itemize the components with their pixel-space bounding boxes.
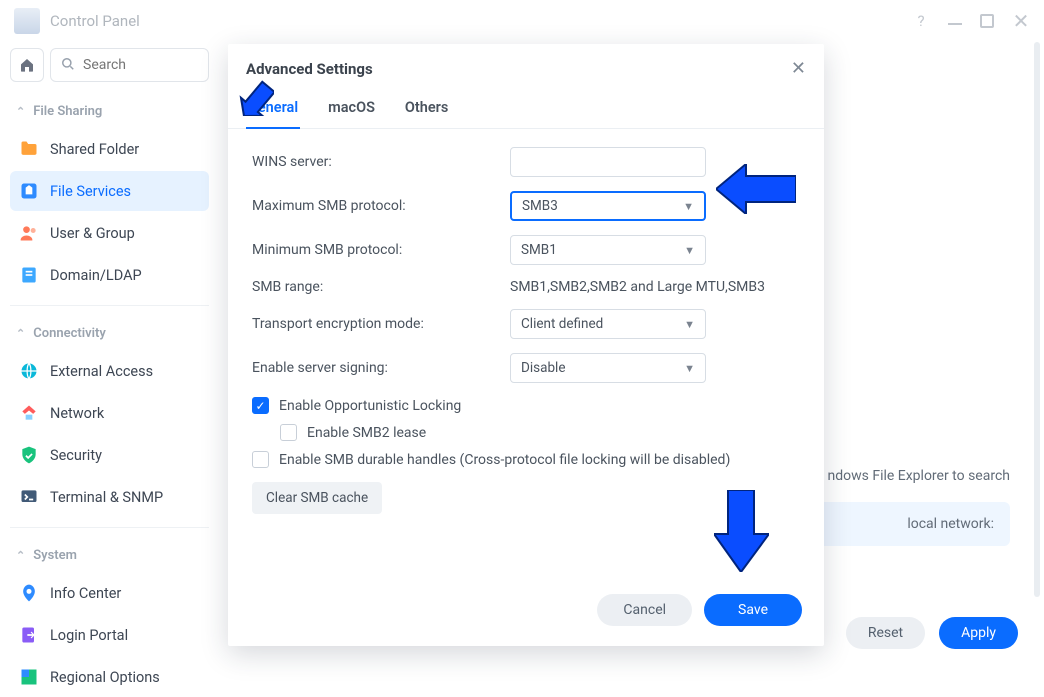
home-button[interactable] [10, 48, 44, 82]
sidebar-item-network[interactable]: Network [10, 393, 209, 433]
globe-icon [18, 360, 40, 382]
checkbox-unchecked-icon [280, 424, 297, 441]
opp-lock-checkbox-row[interactable]: ✓ Enable Opportunistic Locking [252, 397, 800, 414]
sidebar-item-domain-ldap[interactable]: Domain/LDAP [10, 255, 209, 295]
dialog-tabs: General macOS Others [228, 89, 824, 129]
annotation-arrow [716, 164, 796, 214]
search-input[interactable] [83, 57, 198, 73]
sidebar-item-user-group[interactable]: User & Group [10, 213, 209, 253]
section-file-sharing[interactable]: ⌃File Sharing [10, 94, 209, 127]
durable-handles-checkbox-row[interactable]: Enable SMB durable handles (Cross-protoc… [252, 451, 800, 468]
sidebar-item-regional-options[interactable]: Regional Options [10, 657, 209, 697]
chevron-up-icon: ⌃ [16, 549, 25, 562]
minimize-icon[interactable] [948, 23, 962, 25]
clear-smb-cache-button[interactable]: Clear SMB cache [252, 482, 382, 514]
chevron-up-icon: ⌃ [16, 327, 25, 340]
annotation-arrow [714, 490, 769, 572]
save-button[interactable]: Save [704, 594, 802, 626]
max-smb-label: Maximum SMB protocol: [252, 198, 510, 214]
title-bar: Control Panel ? ✕ [0, 0, 1044, 42]
sidebar-item-security[interactable]: Security [10, 435, 209, 475]
search-icon [61, 56, 75, 75]
app-icon [14, 8, 40, 34]
chevron-up-icon: ⌃ [16, 105, 25, 118]
scrollbar[interactable] [1034, 42, 1040, 597]
regional-icon [18, 666, 40, 688]
signing-label: Enable server signing: [252, 360, 510, 376]
terminal-icon [18, 486, 40, 508]
sidebar-item-file-services[interactable]: File Services [10, 171, 209, 211]
window-title: Control Panel [50, 12, 140, 30]
net-label: local network: [907, 516, 994, 532]
domain-icon [18, 264, 40, 286]
section-system[interactable]: ⌃System [10, 538, 209, 571]
sidebar-item-info-center[interactable]: Info Center [10, 573, 209, 613]
transport-select[interactable]: Client defined▼ [510, 309, 706, 339]
wins-label: WINS server: [252, 154, 510, 170]
help-icon[interactable]: ? [912, 12, 930, 30]
home-icon [19, 57, 35, 73]
tab-macos[interactable]: macOS [326, 89, 377, 128]
login-icon [18, 624, 40, 646]
sidebar-item-terminal-snmp[interactable]: Terminal & SNMP [10, 477, 209, 517]
chevron-down-icon: ▼ [684, 244, 695, 257]
users-icon [18, 222, 40, 244]
file-services-icon [18, 180, 40, 202]
sidebar: ⌃File Sharing Shared Folder File Service… [0, 42, 219, 659]
sidebar-item-external-access[interactable]: External Access [10, 351, 209, 391]
maximize-icon[interactable] [980, 14, 994, 28]
min-smb-label: Minimum SMB protocol: [252, 242, 510, 258]
sidebar-item-login-portal[interactable]: Login Portal [10, 615, 209, 655]
annotation-arrow [230, 72, 274, 116]
folder-icon [18, 138, 40, 160]
wins-input[interactable] [510, 147, 706, 177]
reset-button[interactable]: Reset [846, 617, 925, 649]
apply-button[interactable]: Apply [939, 617, 1018, 649]
checkbox-unchecked-icon [252, 451, 269, 468]
max-smb-select[interactable]: SMB3▼ [510, 191, 706, 221]
tab-others[interactable]: Others [403, 89, 450, 128]
search-input-wrap[interactable] [50, 48, 209, 82]
smb2-lease-checkbox-row[interactable]: Enable SMB2 lease [280, 424, 800, 441]
close-icon[interactable]: ✕ [791, 58, 806, 79]
min-smb-select[interactable]: SMB1▼ [510, 235, 706, 265]
signing-select[interactable]: Disable▼ [510, 353, 706, 383]
chevron-down-icon: ▼ [683, 200, 694, 213]
info-icon [18, 582, 40, 604]
transport-label: Transport encryption mode: [252, 316, 510, 332]
sidebar-item-shared-folder[interactable]: Shared Folder [10, 129, 209, 169]
smb-range-label: SMB range: [252, 279, 510, 295]
close-window-icon[interactable]: ✕ [1012, 12, 1030, 30]
section-connectivity[interactable]: ⌃Connectivity [10, 316, 209, 349]
checkbox-checked-icon: ✓ [252, 397, 269, 414]
shield-icon [18, 444, 40, 466]
chevron-down-icon: ▼ [684, 318, 695, 331]
network-icon [18, 402, 40, 424]
smb-range-value: SMB1,SMB2,SMB2 and Large MTU,SMB3 [510, 279, 800, 295]
chevron-down-icon: ▼ [684, 362, 695, 375]
cancel-button[interactable]: Cancel [597, 594, 692, 626]
